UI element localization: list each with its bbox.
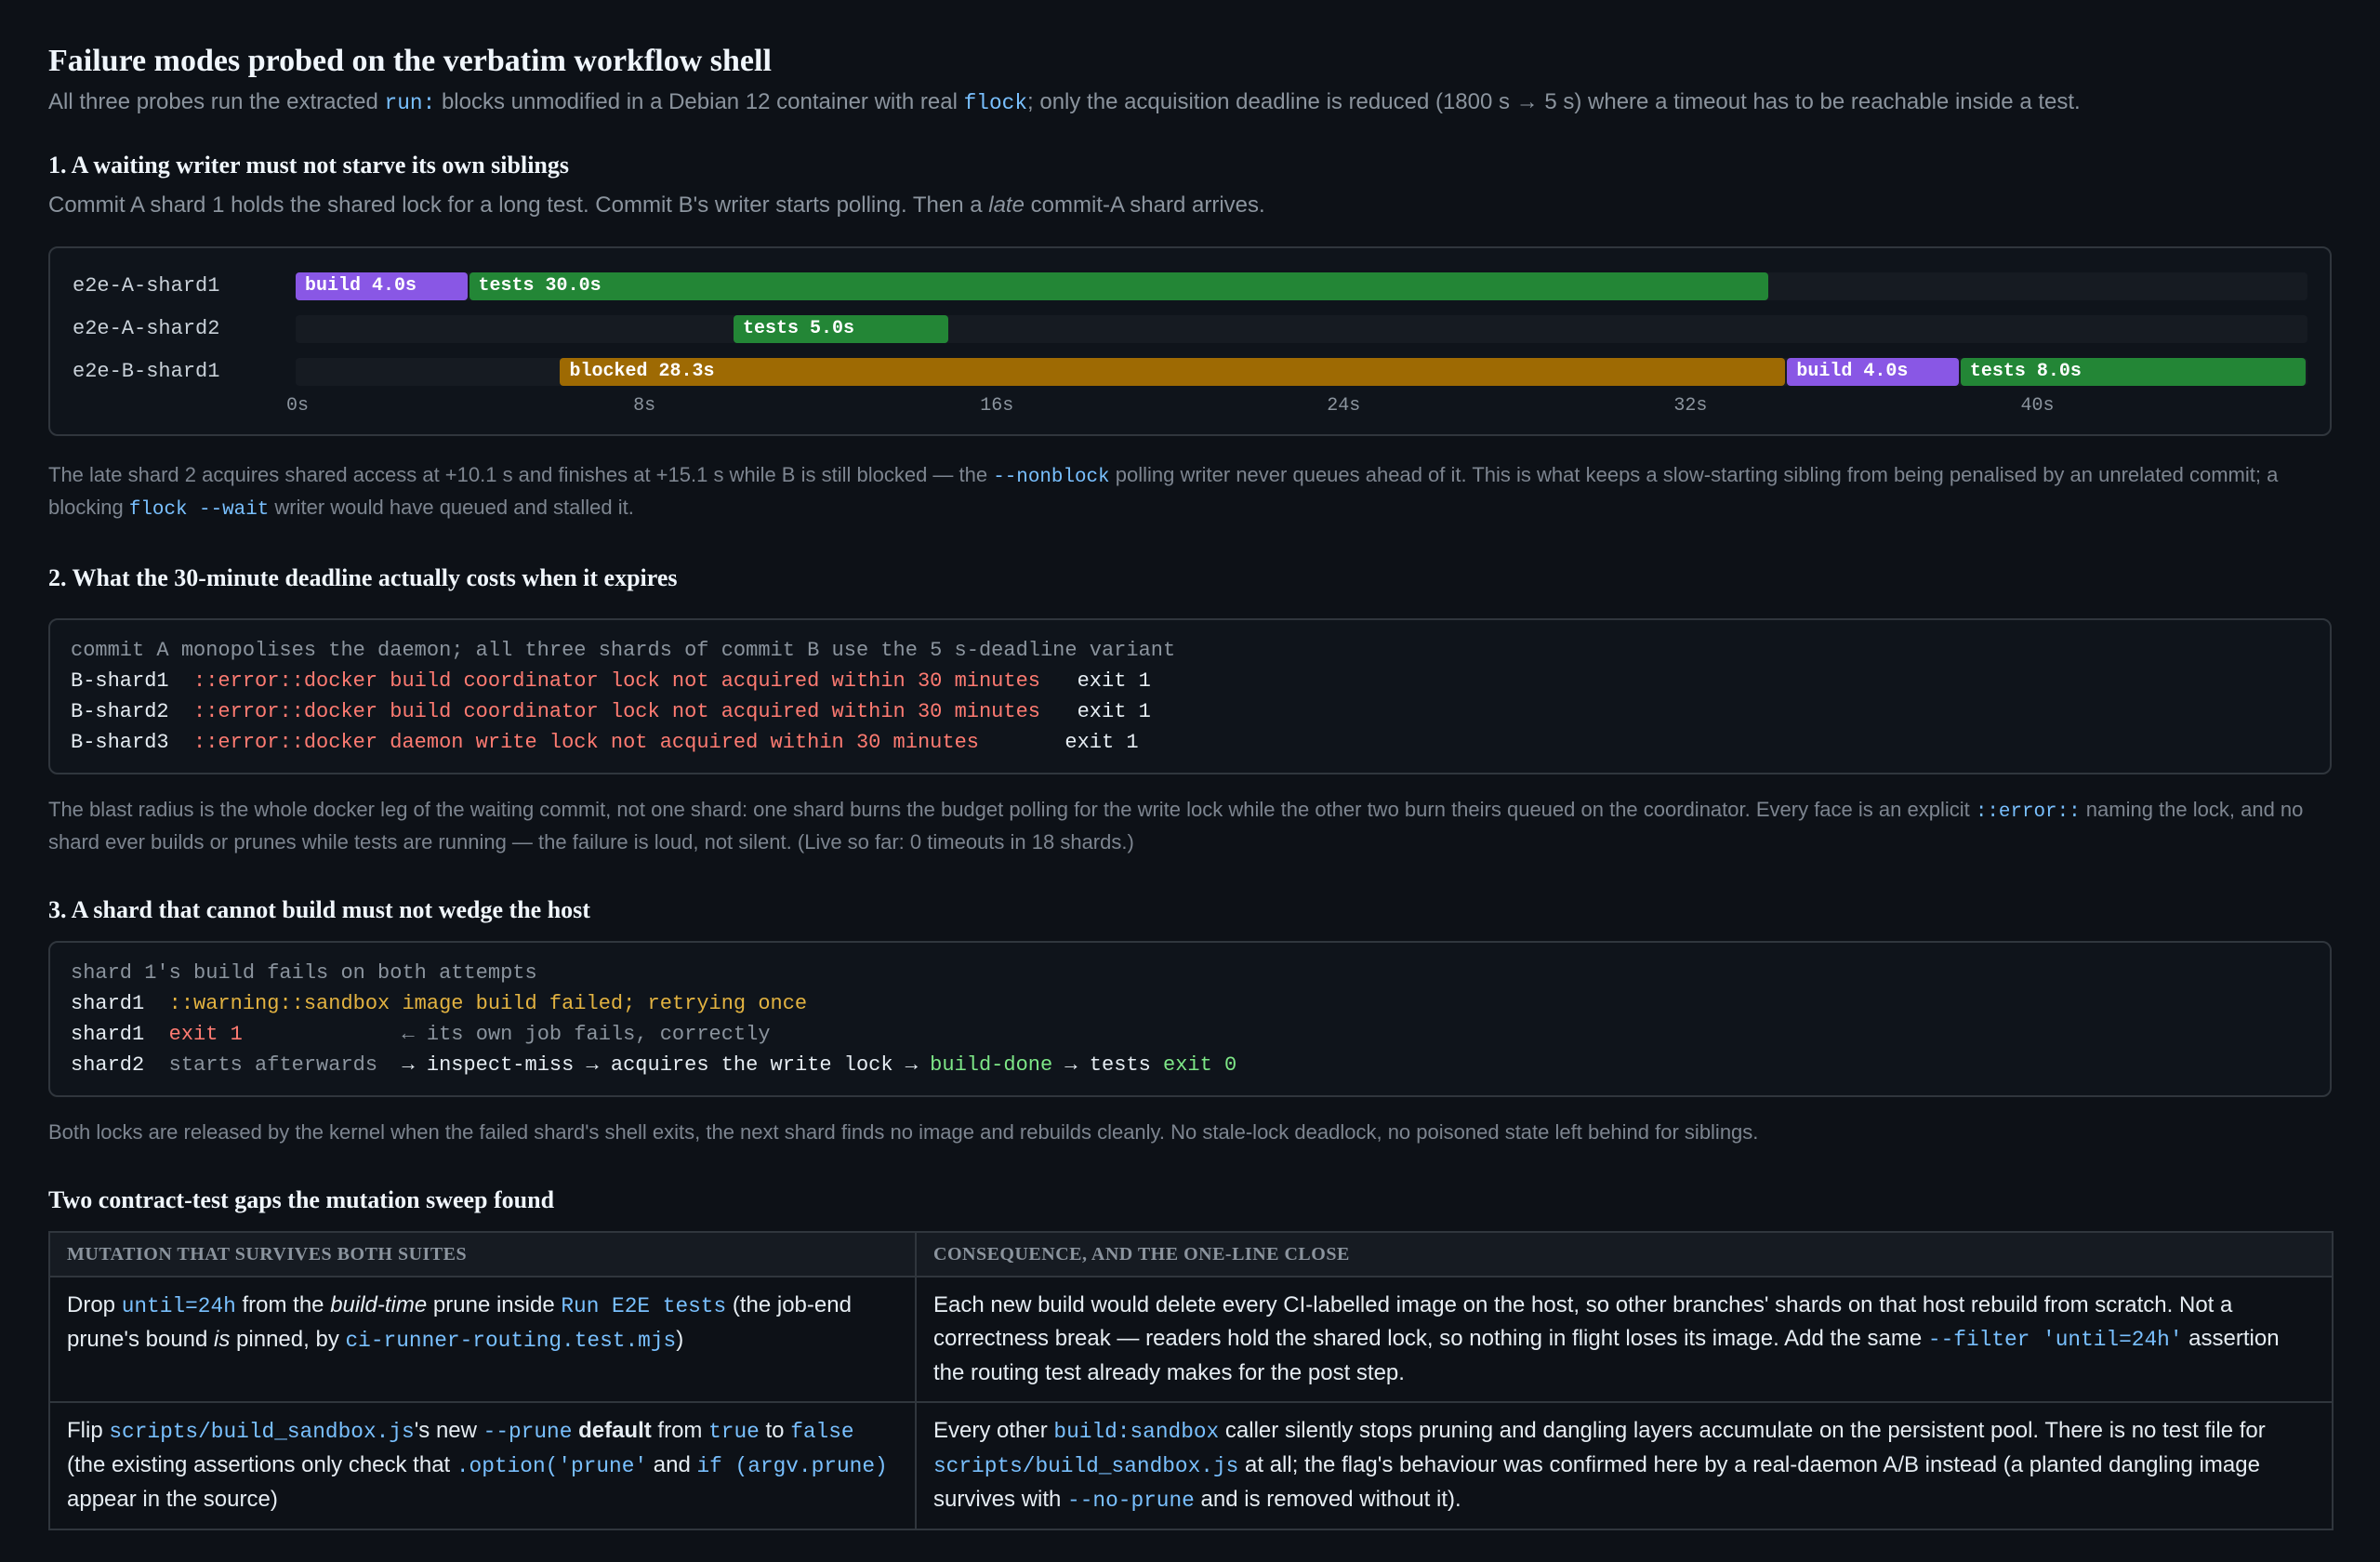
log-comment: shard 1's build fails on both attempts [71,961,537,985]
inline-code: --nonblock [993,467,1110,488]
section-2: 2. What the 30-minute deadline actually … [48,563,2332,857]
section-1-intro: Commit A shard 1 holds the shared lock f… [48,192,1265,218]
section-2-note: The blast radius is the whole docker leg… [48,798,2304,854]
segment-tests: tests 30.0s [469,272,1768,300]
column-header: CONSEQUENCE, AND THE ONE-LINE CLOSE [915,1231,2334,1277]
deadline-log: commit A monopolises the daemon; all thr… [48,618,2332,774]
lead-paragraph: All three probes run the extracted run: … [48,89,2081,115]
section-3: 3. A shard that cannot build must not we… [48,894,2332,1147]
inline-code: ::error:: [1975,801,2081,823]
page-title: Failure modes probed on the verbatim wor… [48,44,772,78]
log-row: shard1 ::warning::sandbox image build fa… [71,992,808,1015]
segment-tests: tests 5.0s [734,315,949,343]
section-3-heading: 3. A shard that cannot build must not we… [48,896,590,923]
log-row: B-shard1 ::error::docker build coordinat… [71,669,1151,693]
tick-label: 16s [980,395,1014,417]
table-header-row: MUTATION THAT SURVIVES BOTH SUITES CONSE… [48,1231,2334,1277]
section-4-heading: Two contract-test gaps the mutation swee… [48,1186,555,1213]
mutation-table: MUTATION THAT SURVIVES BOTH SUITES CONSE… [48,1231,2334,1530]
segment-blocked: blocked 28.3s [560,358,1786,386]
tick-label: 8s [633,395,656,417]
log-row: shard2 starts afterwards → inspect-miss … [71,1053,1237,1077]
timeline-chart: e2e-A-shard1 build 4.0s tests 30.0s e2e-A-s… [48,246,2332,436]
section-1-heading: 1. A waiting writer must not starve its … [48,152,569,179]
inline-code: run: [384,91,436,115]
lane-label: e2e-B-shard1 [73,360,220,383]
lane-track [296,315,2307,343]
table-row: Flip scripts/build_sandbox.js's new --pr… [48,1401,2334,1530]
inline-code: flock [963,91,1028,115]
document: Failure modes probed on the verbatim wor… [48,41,2334,1530]
table-cell: Each new build would delete every CI-lab… [915,1276,2334,1403]
segment-tests: tests 8.0s [1960,358,2306,386]
log-row: B-shard3 ::error::docker daemon write lo… [71,731,1139,754]
tick-label: 32s [1673,395,1708,417]
inline-code: flock --wait [128,499,270,521]
log-row: B-shard2 ::error::docker build coordinat… [71,700,1151,723]
log-row: shard1 exit 1 ← its own job fails, corre… [71,1023,771,1046]
section-4: Two contract-test gaps the mutation swee… [48,1185,2334,1530]
section-1: 1. A waiting writer must not starve its … [48,150,2332,525]
tick-label: 0s [286,395,310,417]
wedge-log: shard 1's build fails on both attempts s… [48,941,2332,1097]
section-3-note: Both locks are released by the kernel wh… [48,1120,1759,1144]
section-1-note: The late shard 2 acquires shared access … [48,463,2279,521]
table-cell: Every other build:sandbox caller silentl… [915,1401,2334,1530]
column-header: MUTATION THAT SURVIVES BOTH SUITES [48,1231,917,1277]
section-2-heading: 2. What the 30-minute deadline actually … [48,564,678,591]
segment-build: build 4.0s [296,272,468,300]
table-cell: Flip scripts/build_sandbox.js's new --pr… [48,1401,917,1530]
segment-build: build 4.0s [1787,358,1959,386]
lane-label: e2e-A-shard2 [73,317,220,340]
lane-label: e2e-A-shard1 [73,274,220,298]
tick-label: 40s [2020,395,2055,417]
log-comment: commit A monopolises the daemon; all thr… [71,639,1176,662]
table-cell: Drop until=24h from the build-time prune… [48,1276,917,1403]
tick-label: 24s [1327,395,1361,417]
table-row: Drop until=24h from the build-time prune… [48,1276,2334,1403]
